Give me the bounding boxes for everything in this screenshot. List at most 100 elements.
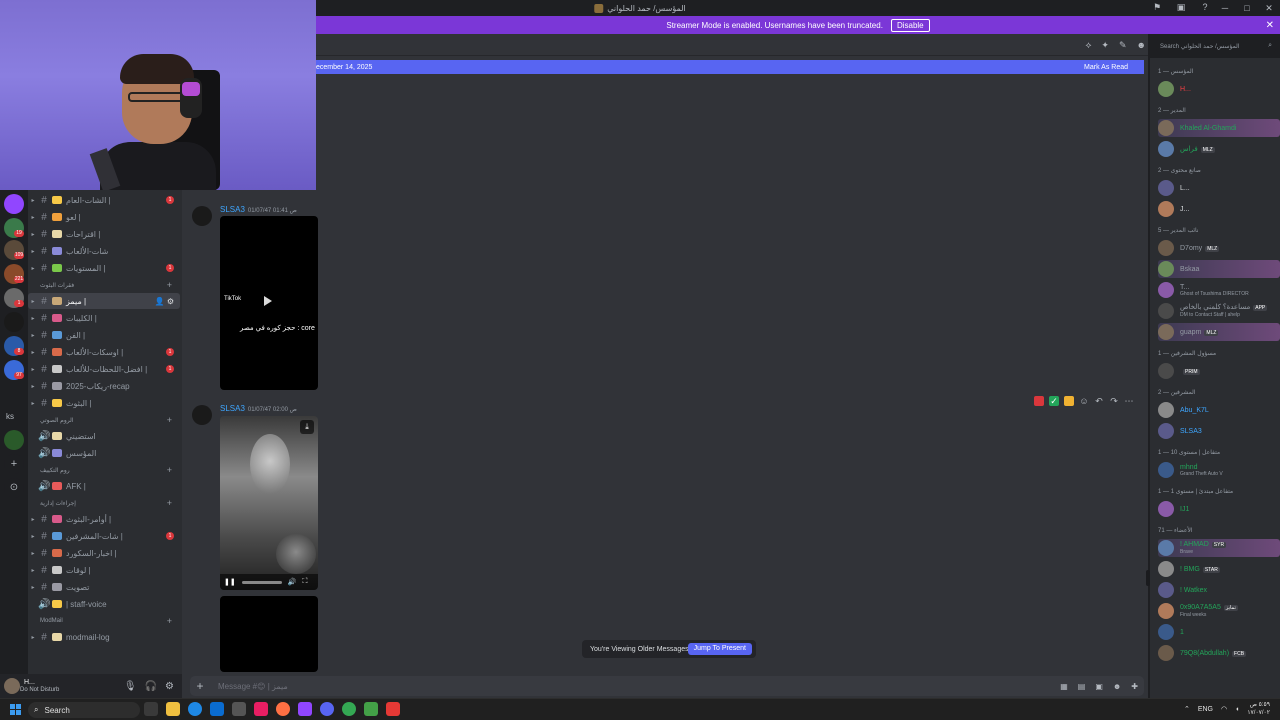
avatar[interactable] [4,678,20,694]
channel-item[interactable]: ▸ # الفن | [28,327,180,343]
attach-icon[interactable]: + [190,679,210,693]
message-author[interactable]: SLSA3 01/07/47 01:41 ص [220,205,297,214]
reaction-icon[interactable] [1034,396,1044,406]
mute-icon[interactable]: ✦ [1101,40,1109,51]
channel-item[interactable]: 🔊 | staff-voice [28,596,180,612]
close-window-button[interactable]: ✕ [1258,0,1280,16]
channel-item[interactable]: ▸ # أوامر-البثوث | [28,511,180,527]
member-item[interactable]: Bskaa [1158,260,1280,278]
gift-icon[interactable]: ▦ [1060,682,1068,691]
firefox-icon[interactable] [276,702,290,716]
channel-item[interactable]: 🔊 المؤسس [28,445,180,461]
members-icon[interactable]: ☻ [1137,40,1146,51]
edge-icon[interactable] [188,702,202,716]
channel-category[interactable]: فقرات البثوث + [28,279,180,291]
emoji-icon[interactable]: ☻ [1113,682,1121,691]
pin-icon[interactable]: ✎ [1119,40,1127,51]
server-icon[interactable] [4,430,24,450]
thumbs-down-icon[interactable] [1064,396,1074,406]
language-indicator[interactable]: ENG [1198,706,1213,713]
channel-category[interactable]: إجراءات إدارية + [28,497,180,509]
sticker-icon[interactable]: ▣ [1095,682,1103,691]
camera-icon[interactable] [232,702,246,716]
forward-icon[interactable]: ↷ [1109,396,1119,406]
channel-item[interactable]: ▸ # modmail-log [28,629,180,645]
gif-icon[interactable]: ▤ [1078,682,1086,691]
file-explorer-icon[interactable] [166,702,180,716]
mic-icon[interactable]: 🎙 [124,681,137,692]
channel-category[interactable]: ModMail + [28,615,180,627]
volume-icon[interactable]: ◖ [1235,706,1239,713]
member-item[interactable]: ! Watkex [1158,581,1280,599]
chevron-up-icon[interactable]: ⌃ [1184,705,1190,713]
member-item[interactable]: guapm MLZ [1158,323,1280,341]
member-item[interactable]: Khaled Al-Ghamdi [1158,119,1280,137]
add-server-icon[interactable]: + [4,454,24,474]
channel-item[interactable]: ▸ # تصويت [28,579,180,595]
volume-icon[interactable]: 🔊 [288,578,297,586]
new-messages-bar[interactable]: ecember 14, 2025 Mark As Read [316,60,1144,74]
mark-as-read-button[interactable]: Mark As Read [1084,64,1128,71]
add-reaction-icon[interactable]: ☺ [1079,396,1089,406]
maximize-button[interactable]: □ [1236,0,1258,16]
chrome-icon[interactable] [342,702,356,716]
add-channel-icon[interactable]: + [167,280,172,290]
video-player[interactable]: ⤓ ❚❚ 🔊 ⛶ [220,416,318,590]
play-icon[interactable] [264,296,272,306]
channel-item[interactable]: ▸ # اوسكات-الألعاب | 1 [28,344,180,360]
member-item[interactable]: H... [1158,80,1280,98]
channel-item[interactable]: ▸ # لعو | [28,209,180,225]
channel-item[interactable]: ▸ # شات-الألعاب [28,243,180,259]
message-author[interactable]: SLSA3 01/07/47 02:00 ص [220,404,297,413]
window-icon[interactable]: ▣ [1176,2,1186,12]
message-input[interactable]: Message #😊 | ميمز [218,682,288,691]
tiktok-video[interactable]: TikTok حجز كوره في مصر : core [220,216,318,390]
apps-icon[interactable]: ✚ [1131,682,1138,691]
add-channel-icon[interactable]: + [167,498,172,508]
windows-start-icon[interactable] [10,704,21,715]
channel-item[interactable]: ▸ # اخبار-السكورد | [28,545,180,561]
member-item[interactable]: 79Q8(Abdullah) FCB [1158,644,1280,662]
server-ks-label[interactable]: ks [6,412,14,421]
channel-item[interactable]: 🔊 AFK | [28,478,180,494]
add-channel-icon[interactable]: + [167,465,172,475]
video-progress-bar[interactable] [241,580,282,584]
clock[interactable]: ٥:٥٩ ص ١٧/٠٧/٠٢ [1247,701,1270,717]
member-item[interactable]: T... Ghost of Tsushima DIRECTOR [1158,281,1280,299]
media-player-icon[interactable] [364,702,378,716]
member-item[interactable]: ! AHMAD SYR Brave [1158,539,1280,557]
inbox-icon[interactable]: ⚑ [1152,2,1162,12]
add-channel-icon[interactable]: + [167,415,172,425]
channel-settings-icon[interactable]: 👤 ⚙ [155,297,174,306]
member-item[interactable]: IJ1 [1158,500,1280,518]
app-icon[interactable] [254,702,268,716]
message-composer[interactable]: + Message #😊 | ميمز ▦ ▤ ▣ ☻ ✚ [190,676,1144,696]
minimize-button[interactable]: ─ [1214,0,1236,16]
channel-item[interactable]: ▸ # ميمز | 👤 ⚙ [28,293,180,309]
channel-item[interactable]: ▸ #2025-ريكاب-recap [28,378,180,394]
member-item[interactable]: mhnd Grand Theft Auto V [1158,461,1280,479]
close-icon[interactable]: ✕ [1266,20,1274,31]
reply-icon[interactable]: ↶ [1094,396,1104,406]
member-item[interactable]: ! BMG STAR [1158,560,1280,578]
channel-item[interactable]: ▸ # اقتراحات | [28,226,180,242]
channel-category[interactable]: روم التكييف + [28,464,180,476]
channel-item[interactable]: ▸ # لوقات | [28,562,180,578]
channel-item[interactable]: ▸ # الشات-العام | 1 [28,192,180,208]
channel-item[interactable]: ▸ # افضل-اللحظات-للألعاب | 1 [28,361,180,377]
member-item[interactable]: J... [1158,200,1280,218]
jump-to-present-button[interactable]: Jump To Present [687,643,752,655]
member-item[interactable]: SLSA3 [1158,422,1280,440]
member-item[interactable]: فراس MLZ [1158,140,1280,158]
member-item[interactable]: 1 [1158,623,1280,641]
member-item[interactable]: 0x90A7A5A5 تمايز Final weeks [1158,602,1280,620]
check-reaction-icon[interactable]: ✓ [1049,396,1059,406]
channel-item[interactable]: ▸ # المستويات | 1 [28,260,180,276]
member-item[interactable]: PRIM [1158,362,1280,380]
channel-item[interactable]: ▸ # البثوث | [28,395,180,411]
server-icon[interactable] [4,312,24,332]
settings-icon[interactable]: ⚙ [165,681,174,692]
twitch-server-icon[interactable] [4,194,24,214]
pause-icon[interactable]: ❚❚ [224,578,236,586]
discover-icon[interactable]: ⊙ [4,478,24,498]
